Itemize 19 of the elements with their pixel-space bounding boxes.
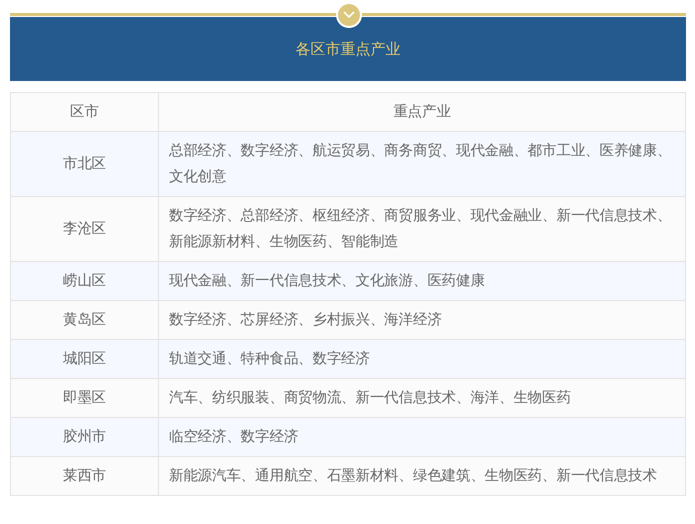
- district-cell: 胶州市: [10, 418, 158, 456]
- industries-cell: 总部经济、数字经济、航运贸易、商务商贸、现代金融、都市工业、医养健康、文化创意: [158, 132, 686, 196]
- district-cell: 市北区: [10, 132, 158, 196]
- industries-cell: 临空经济、数字经济: [158, 418, 686, 456]
- district-cell: 即墨区: [10, 378, 158, 418]
- column-header: 重点产业: [158, 92, 686, 132]
- industries-cell: 轨道交通、特种食品、数字经济: [158, 340, 686, 378]
- banner-title: 各区市重点产业: [296, 40, 400, 58]
- district-cell: 崂山区: [10, 262, 158, 300]
- district-cell: 李沧区: [10, 196, 158, 262]
- district-cell: 莱西市: [10, 456, 158, 496]
- industries-cell: 数字经济、总部经济、枢纽经济、商贸服务业、现代金融业、新一代信息技术、新能源新材料、生物医药、智能制造: [158, 196, 686, 262]
- industries-cell: 现代金融、新一代信息技术、文化旅游、医药健康: [158, 262, 686, 300]
- district-cell: 黄岛区: [10, 300, 158, 340]
- district-cell: 城阳区: [10, 340, 158, 378]
- industries-cell: 数字经济、芯屏经济、乡村振兴、海洋经济: [158, 300, 686, 340]
- industries-cell: 汽车、纺织服装、商贸物流、新一代信息技术、海洋、生物医药: [158, 378, 686, 418]
- industries-cell: 新能源汽车、通用航空、石墨新材料、绿色建筑、生物医药、新一代信息技术: [158, 456, 686, 496]
- column-header: 区市: [10, 92, 158, 132]
